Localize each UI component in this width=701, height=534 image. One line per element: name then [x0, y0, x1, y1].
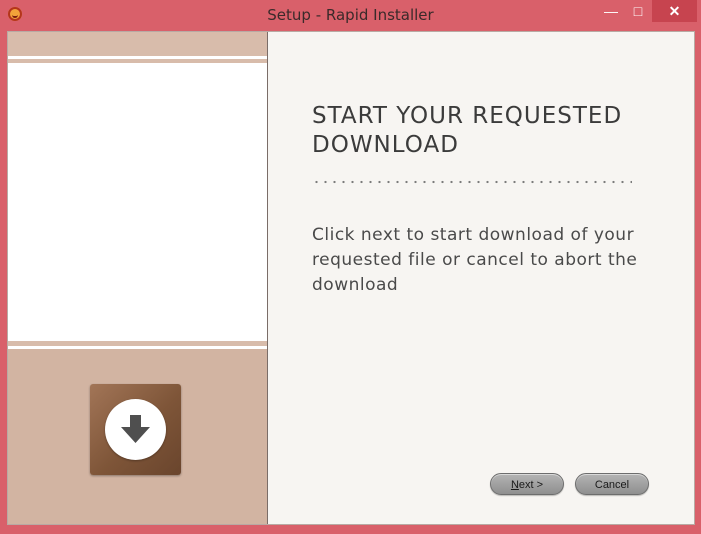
banner-stripe	[8, 341, 267, 346]
next-accelerator: N	[510, 479, 519, 491]
download-tile	[90, 384, 181, 475]
left-banner-panel	[8, 32, 268, 524]
banner-blank-area	[8, 63, 267, 341]
cancel-button[interactable]: Cancel	[575, 473, 649, 495]
dotted-divider	[312, 180, 632, 184]
download-arrow-icon	[121, 415, 150, 443]
setup-client-area: START YOUR REQUESTED DOWNLOAD Click next…	[7, 31, 695, 525]
content-panel: START YOUR REQUESTED DOWNLOAD Click next…	[268, 32, 694, 524]
installer-window: Setup - Rapid Installer — □ ✕ START YOUR…	[0, 0, 701, 534]
banner-top-band	[8, 32, 267, 56]
next-button[interactable]: Next >	[490, 473, 564, 495]
page-heading: START YOUR REQUESTED DOWNLOAD	[312, 103, 623, 158]
close-button[interactable]: ✕	[652, 0, 697, 22]
title-bar[interactable]: Setup - Rapid Installer — □ ✕	[0, 0, 701, 30]
next-label: ext >	[518, 479, 544, 491]
cancel-label: Cancel	[594, 479, 630, 491]
window-title: Setup - Rapid Installer	[267, 6, 434, 24]
download-circle	[105, 399, 166, 460]
page-description: Click next to start download of your req…	[312, 225, 638, 295]
maximize-button[interactable]: □	[624, 0, 652, 22]
minimize-button[interactable]: —	[598, 0, 624, 22]
